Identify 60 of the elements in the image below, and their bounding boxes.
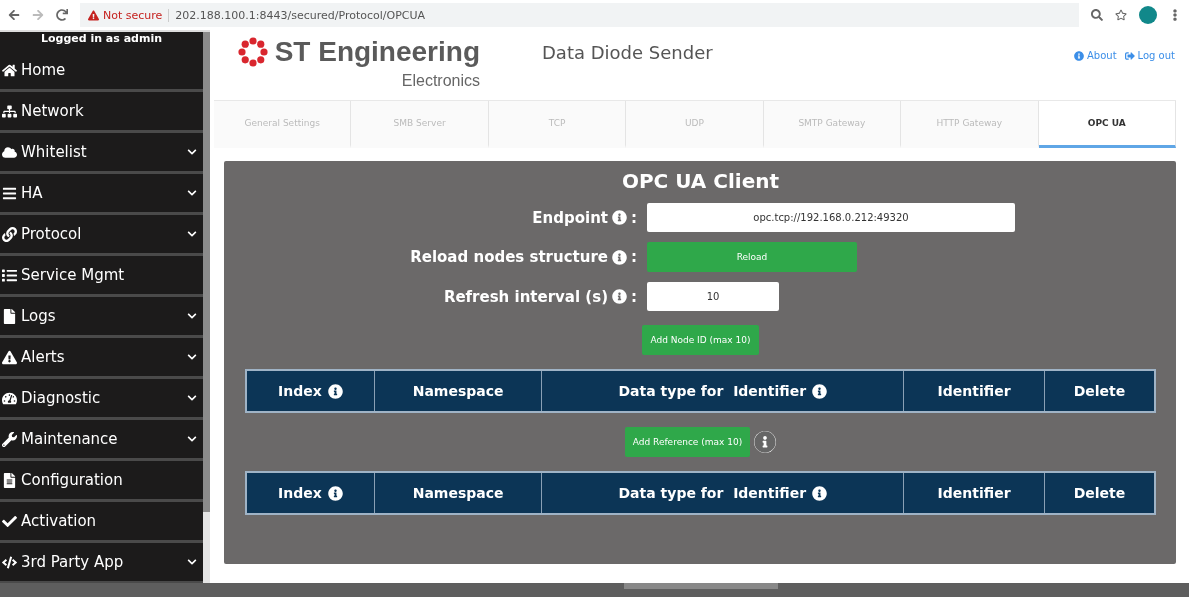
field-label: Reload nodes structure	[410, 248, 608, 266]
column-header: Index	[247, 371, 375, 411]
column-header: Namespace	[374, 473, 543, 513]
reload-icon[interactable]	[56, 9, 68, 21]
info-icon[interactable]	[327, 383, 343, 399]
column-header: Delete	[1072, 484, 1127, 503]
security-warning[interactable]: Not secure	[88, 8, 163, 22]
colon-label: :	[631, 208, 637, 227]
field-label: Endpoint	[532, 208, 608, 227]
logout-icon	[1124, 50, 1135, 61]
star-icon[interactable]	[1115, 9, 1127, 21]
column-header: Identifier	[904, 371, 1045, 411]
app-title: Data Diode Sender	[542, 42, 713, 63]
info-icon[interactable]	[327, 485, 343, 501]
bars-icon	[2, 185, 17, 201]
header-link[interactable]: Log out	[1124, 50, 1175, 61]
home-icon	[2, 62, 17, 78]
document-icon	[2, 472, 17, 488]
logo-subtitle: Electronics	[401, 72, 480, 90]
field-label: Refresh interval (s)	[443, 287, 608, 306]
warning-icon	[2, 349, 17, 365]
info-icon[interactable]	[612, 249, 627, 265]
avatar-icon[interactable]	[1139, 6, 1157, 24]
back-icon[interactable]	[8, 9, 20, 21]
cloud-icon	[2, 144, 17, 160]
panel-title: OPC UA Client	[621, 169, 780, 193]
column-header: Data type for Identifier	[542, 473, 905, 513]
scrollbar-thumb[interactable]	[203, 32, 210, 512]
endpoint-field[interactable]: opc.tcp://192.168.0.212:49320	[647, 203, 1015, 232]
column-header: Identifier	[904, 473, 1045, 513]
info-icon[interactable]	[612, 289, 627, 304]
column-header: Namespace	[374, 371, 543, 411]
tab[interactable]: OPC UA	[1038, 101, 1176, 148]
colon-label: :	[631, 287, 637, 306]
wrench-icon	[2, 431, 17, 447]
check-icon	[2, 513, 17, 529]
interval-field[interactable]: 10	[647, 282, 779, 311]
sitemap-icon	[2, 103, 17, 119]
info-icon	[1074, 50, 1084, 61]
info-icon[interactable]	[812, 383, 828, 399]
column-header: Delete	[1072, 382, 1127, 401]
header-link[interactable]: About	[1074, 50, 1117, 61]
file-icon	[2, 308, 17, 324]
link-icon	[2, 226, 17, 242]
address-bar[interactable]: Not secure 202.188.100.1:8443/secured/Protocol/OPCUA	[80, 3, 1079, 27]
logo-name: ST Engineering	[274, 38, 480, 66]
url-text: 202.188.100.1:8443/secured/Protocol/OPCUA	[168, 8, 426, 22]
colon-label: :	[631, 248, 637, 266]
search-icon[interactable]	[1091, 9, 1103, 21]
code-icon	[2, 554, 17, 570]
info-icon[interactable]	[754, 431, 777, 453]
user-label: Logged in as admin	[39, 32, 164, 47]
column-header: Index	[247, 473, 375, 513]
gauge-icon	[2, 390, 17, 406]
info-icon[interactable]	[612, 210, 627, 225]
warning-icon	[88, 9, 99, 21]
list-icon	[2, 267, 17, 283]
column-header: Data type for Identifier	[542, 371, 905, 411]
info-icon[interactable]	[812, 485, 828, 501]
logo-icon	[236, 36, 269, 68]
